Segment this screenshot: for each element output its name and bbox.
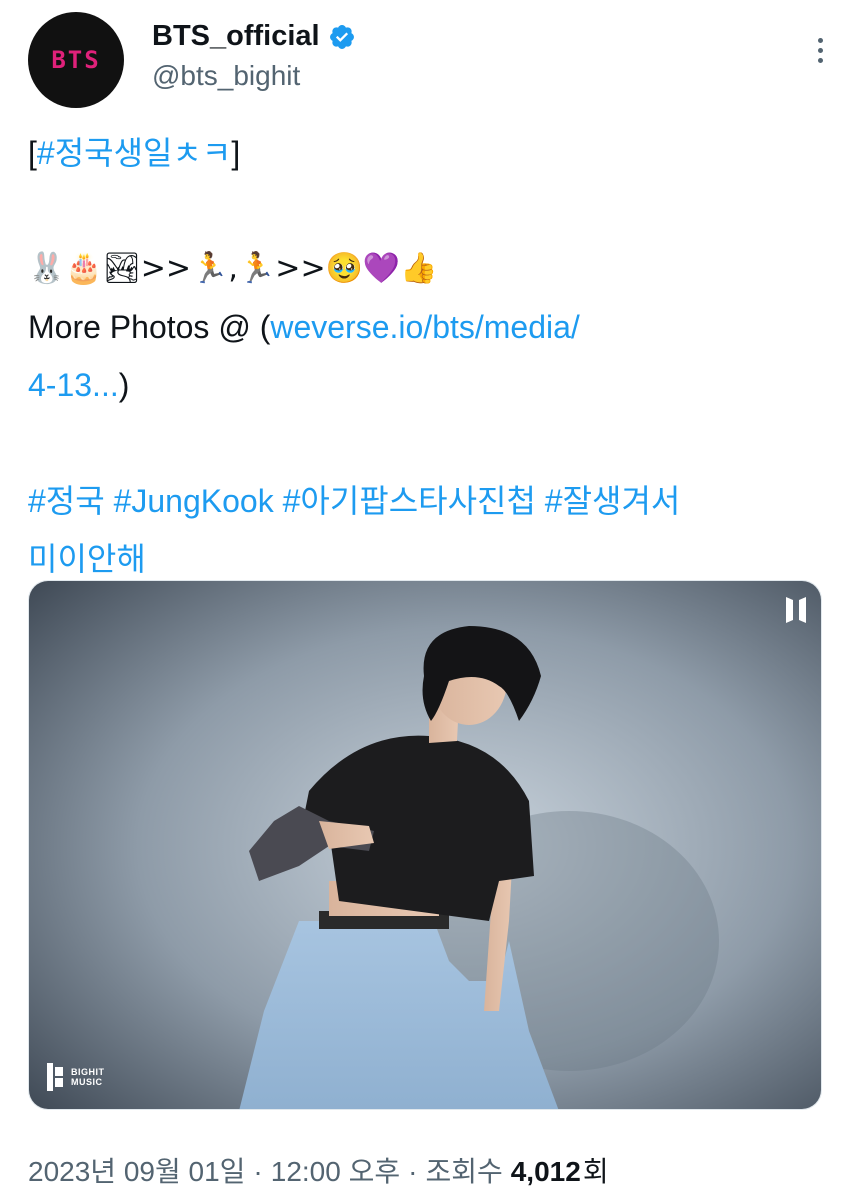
tweet-time[interactable]: 12:00 오후 — [271, 1150, 400, 1190]
weverse-link-continued[interactable]: 4-13... — [28, 367, 119, 403]
bts-logo-icon — [786, 597, 806, 623]
views-unit: 회 — [582, 1156, 609, 1187]
verified-badge-icon — [329, 24, 354, 49]
tweet-header: BTS BTS_official @bts_bighit — [28, 12, 828, 112]
name-row: BTS_official — [152, 20, 356, 53]
views-count: 4,012 — [510, 1156, 581, 1187]
tweet-date[interactable]: 2023년 09월 01일 — [28, 1150, 245, 1190]
hashtags-line-1[interactable]: #정국 #JungKook #아기팝스타사진첩 #잘생겨서 — [28, 472, 828, 530]
tweet-body: [#정국생일ㅊㅋ] 🐰🎂🏞>>🏃,🏃>>🥹💜👍 More Photos @ (w… — [28, 124, 828, 588]
more-photos-line: More Photos @ (weverse.io/bts/media/ — [28, 298, 828, 356]
tweet-meta: 2023년 09월 01일 · 12:00 오후 · 조회수 4,012 회 — [28, 1150, 609, 1190]
more-photos-prefix: More Photos @ ( — [28, 309, 271, 345]
hashtag-line: [#정국생일ㅊㅋ] — [28, 135, 241, 171]
user-handle[interactable]: @bts_bighit — [152, 60, 300, 92]
tweet-photo[interactable]: BIGHIT MUSIC — [28, 580, 822, 1110]
link-continuation-line: 4-13...) — [28, 356, 828, 414]
bighit-music-watermark: BIGHIT MUSIC — [47, 1063, 105, 1091]
birthday-hashtag-link[interactable]: #정국생일ㅊㅋ — [37, 135, 231, 171]
views-label: 조회수 — [425, 1156, 503, 1187]
photo-illustration — [29, 581, 821, 1109]
link-suffix: ) — [118, 367, 130, 403]
emoji-line: 🐰🎂🏞>>🏃,🏃>>🥹💜👍 — [28, 251, 438, 286]
separator: · — [253, 1156, 263, 1187]
more-options-button[interactable] — [804, 30, 836, 70]
bighit-music-logo-icon — [47, 1063, 63, 1091]
display-name[interactable]: BTS_official — [152, 20, 320, 53]
more-vertical-icon — [817, 37, 823, 43]
avatar-logo-text: BTS — [51, 46, 101, 74]
avatar[interactable]: BTS — [28, 12, 124, 108]
weverse-link[interactable]: weverse.io/bts/media/ — [270, 309, 579, 345]
separator: · — [408, 1156, 418, 1187]
